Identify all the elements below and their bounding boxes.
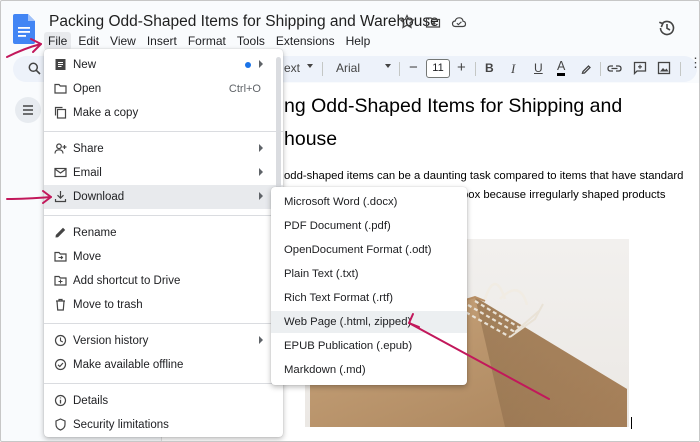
menu-item-make-a-copy[interactable]: Make a copy <box>44 101 283 125</box>
more-options-icon[interactable]: ⋮ <box>689 56 699 69</box>
version-history-icon[interactable] <box>657 18 677 38</box>
menu-file[interactable]: File <box>44 32 72 50</box>
shield-icon <box>55 418 66 431</box>
download-pdf[interactable]: PDF Document (.pdf) <box>271 215 467 237</box>
submenu-arrow-icon <box>259 168 263 176</box>
text-cursor <box>631 417 632 429</box>
share-person-icon <box>54 143 67 154</box>
copy-icon <box>54 106 67 119</box>
menu-view[interactable]: View <box>106 32 140 50</box>
styles-dropdown[interactable]: ext <box>284 61 300 75</box>
menu-item-move-to-trash[interactable]: Move to trash <box>44 293 283 317</box>
download-html-zipped[interactable]: Web Page (.html, zipped) <box>271 311 467 333</box>
new-indicator-dot <box>245 62 251 68</box>
menu-item-make-available-offline[interactable]: Make available offline <box>44 353 283 377</box>
info-icon <box>54 394 67 407</box>
download-txt[interactable]: Plain Text (.txt) <box>271 263 467 285</box>
menu-item-new[interactable]: New <box>44 53 283 77</box>
trash-icon <box>56 298 65 311</box>
menu-item-move[interactable]: Move <box>44 245 283 269</box>
submenu-arrow-icon <box>259 60 263 68</box>
download-epub[interactable]: EPUB Publication (.epub) <box>271 335 467 357</box>
highlight-pen-icon[interactable] <box>580 62 593 75</box>
insert-comment-icon[interactable] <box>633 61 647 75</box>
search-menus-icon[interactable] <box>28 62 41 75</box>
download-markdown[interactable]: Markdown (.md) <box>271 359 467 381</box>
underline-button[interactable]: U <box>534 61 543 75</box>
menu-item-share[interactable]: Share <box>44 137 283 161</box>
submenu-arrow-icon <box>259 192 263 200</box>
menu-format[interactable]: Format <box>184 32 230 50</box>
download-submenu: Microsoft Word (.docx) PDF Document (.pd… <box>271 187 467 385</box>
app-window: Packing Odd-Shaped Items for Shipping an… <box>0 0 700 442</box>
download-rtf[interactable]: Rich Text Format (.rtf) <box>271 287 467 309</box>
menu-item-open[interactable]: Open Ctrl+O <box>44 77 283 101</box>
submenu-arrow-icon <box>259 336 263 344</box>
menu-tools[interactable]: Tools <box>233 32 269 50</box>
menu-edit[interactable]: Edit <box>74 32 103 50</box>
move-folder-icon[interactable] <box>425 14 441 30</box>
menu-item-details[interactable]: Details <box>44 389 283 413</box>
menu-bar: File Edit View Insert Format Tools Exten… <box>44 32 377 50</box>
text-color-button[interactable]: A <box>557 59 566 76</box>
insert-image-icon[interactable] <box>657 61 671 75</box>
font-dropdown-chevron-icon[interactable] <box>385 64 391 68</box>
font-size-input[interactable]: 11 <box>426 59 450 78</box>
menu-insert[interactable]: Insert <box>143 32 181 50</box>
styles-dropdown-chevron-icon[interactable] <box>307 64 313 68</box>
menu-help[interactable]: Help <box>342 32 375 50</box>
pencil-icon <box>55 227 66 238</box>
cloud-status-icon[interactable] <box>451 14 467 30</box>
menu-item-rename[interactable]: Rename <box>44 221 283 245</box>
decrease-font-size-button[interactable]: − <box>409 59 418 76</box>
move-folder-icon <box>54 251 67 262</box>
menu-item-version-history[interactable]: Version history <box>44 329 283 353</box>
italic-button[interactable]: I <box>511 61 515 77</box>
bold-button[interactable]: B <box>485 61 494 75</box>
menu-extensions[interactable]: Extensions <box>272 32 339 50</box>
document-heading[interactable]: ng Odd-Shaped Items for Shipping and hou… <box>284 90 622 156</box>
font-family-dropdown[interactable]: Arial <box>336 61 360 75</box>
menu-item-security-limitations[interactable]: Security limitations <box>44 413 283 437</box>
download-odt[interactable]: OpenDocument Format (.odt) <box>271 239 467 261</box>
google-docs-logo-icon[interactable] <box>13 14 35 44</box>
new-doc-icon <box>55 59 66 70</box>
menu-item-add-shortcut-to-drive[interactable]: Add shortcut to Drive <box>44 269 283 293</box>
insert-link-icon[interactable] <box>607 62 622 75</box>
drive-shortcut-icon <box>54 275 67 286</box>
outline-list-icon <box>23 105 33 115</box>
star-icon[interactable] <box>399 14 415 30</box>
submenu-arrow-icon <box>259 144 263 152</box>
download-docx[interactable]: Microsoft Word (.docx) <box>271 191 467 213</box>
document-title[interactable]: Packing Odd-Shaped Items for Shipping an… <box>49 13 439 31</box>
increase-font-size-button[interactable]: + <box>457 59 466 76</box>
offline-icon <box>54 358 67 371</box>
history-icon <box>54 334 67 347</box>
document-outline-button[interactable] <box>15 97 41 123</box>
file-menu: New Open Ctrl+O Make a copy Share Email … <box>44 49 283 437</box>
menu-item-email[interactable]: Email <box>44 161 283 185</box>
download-icon <box>54 191 67 203</box>
folder-open-icon <box>54 83 67 94</box>
email-icon <box>54 167 67 178</box>
menu-item-download[interactable]: Download <box>44 185 283 209</box>
